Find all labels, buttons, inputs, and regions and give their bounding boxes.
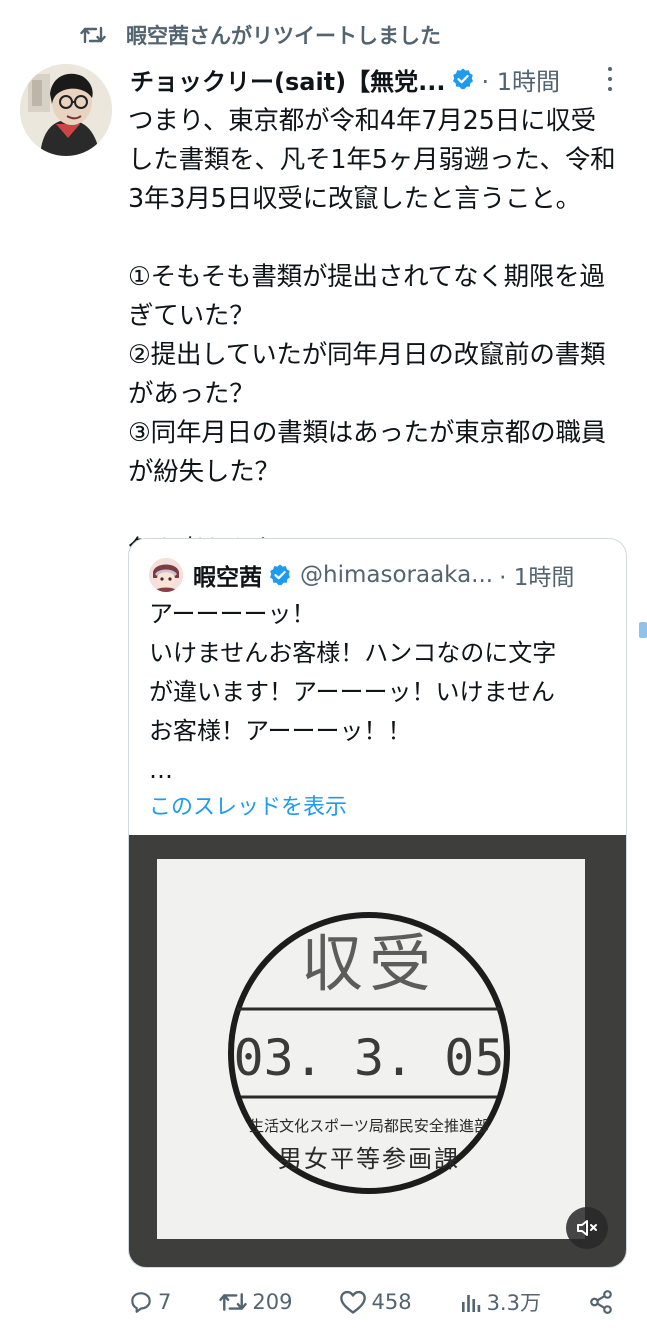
more-options-icon[interactable]	[596, 64, 624, 94]
like-count: 458	[371, 1290, 412, 1314]
scrollbar-thumb[interactable]	[639, 622, 647, 638]
retweet-icon	[78, 20, 108, 50]
quoted-tweet-media[interactable]: 収受 03. 3. 05 生活文化スポーツ局都民安全推進部 男女平等参画課	[129, 835, 626, 1267]
heart-icon	[340, 1290, 367, 1314]
views-button[interactable]: 3.3万	[459, 1287, 541, 1317]
stamp-date-text: 03. 3. 05	[234, 1029, 505, 1087]
quoted-author-handle[interactable]: @himasoraaka...	[300, 562, 493, 588]
author-name[interactable]: チョックリー(sait)【無党...	[130, 62, 445, 97]
views-count: 3.3万	[486, 1291, 541, 1315]
mute-icon[interactable]	[566, 1207, 608, 1249]
reply-icon	[131, 1292, 151, 1313]
tweet-header: チョックリー(sait)【無党... · 1時間	[130, 60, 630, 98]
tweet-text: つまり、東京都が令和4年7月25日に収受 した書類を、凡そ1年5ヶ月弱遡った、令…	[128, 106, 616, 565]
quoted-tweet-text: アーーーーッ！ いけませんお客様！ハンコなのに文字 が違います！アーーーッ！いけ…	[149, 600, 557, 784]
analytics-icon	[461, 1295, 480, 1312]
stamp-image: 収受 03. 3. 05 生活文化スポーツ局都民安全推進部 男女平等参画課	[157, 859, 585, 1239]
tweet-actions: 7 209 458 3.3万	[128, 1282, 618, 1322]
retweet-context[interactable]: 暇空茜さんがリツイートしました	[78, 18, 441, 52]
stamp-line2-text: 男女平等参画課	[278, 1145, 460, 1173]
retweet-button[interactable]: 209	[218, 1290, 292, 1314]
reply-count: 7	[158, 1290, 172, 1314]
quoted-author-avatar[interactable]	[149, 558, 183, 592]
like-button[interactable]: 458	[339, 1289, 412, 1315]
verified-badge-icon	[451, 67, 475, 91]
share-icon	[590, 1290, 612, 1314]
stamp-top-text: 収受	[301, 927, 437, 1000]
verified-badge-icon	[268, 563, 292, 587]
stamp-line1-text: 生活文化スポーツ局都民安全推進部	[249, 1117, 489, 1135]
retweet-label: 暇空茜さんがリツイートしました	[126, 24, 441, 48]
quoted-tweet-timestamp[interactable]: · 1時間	[499, 558, 574, 592]
quoted-author-name[interactable]: 暇空茜	[193, 558, 262, 592]
show-thread-link[interactable]: このスレッドを表示	[149, 789, 347, 821]
quoted-tweet[interactable]: 暇空茜 @himasoraaka... · 1時間 アーーーーッ！ いけませんお…	[128, 538, 627, 1268]
quoted-tweet-header: 暇空茜 @himasoraaka... · 1時間	[149, 557, 609, 593]
retweet-count: 209	[252, 1290, 293, 1314]
retweet-icon	[219, 1293, 248, 1311]
tweet-timestamp[interactable]: · 1時間	[481, 62, 560, 97]
reply-button[interactable]: 7	[128, 1289, 171, 1315]
share-button[interactable]	[588, 1289, 618, 1315]
author-avatar[interactable]	[20, 64, 112, 156]
